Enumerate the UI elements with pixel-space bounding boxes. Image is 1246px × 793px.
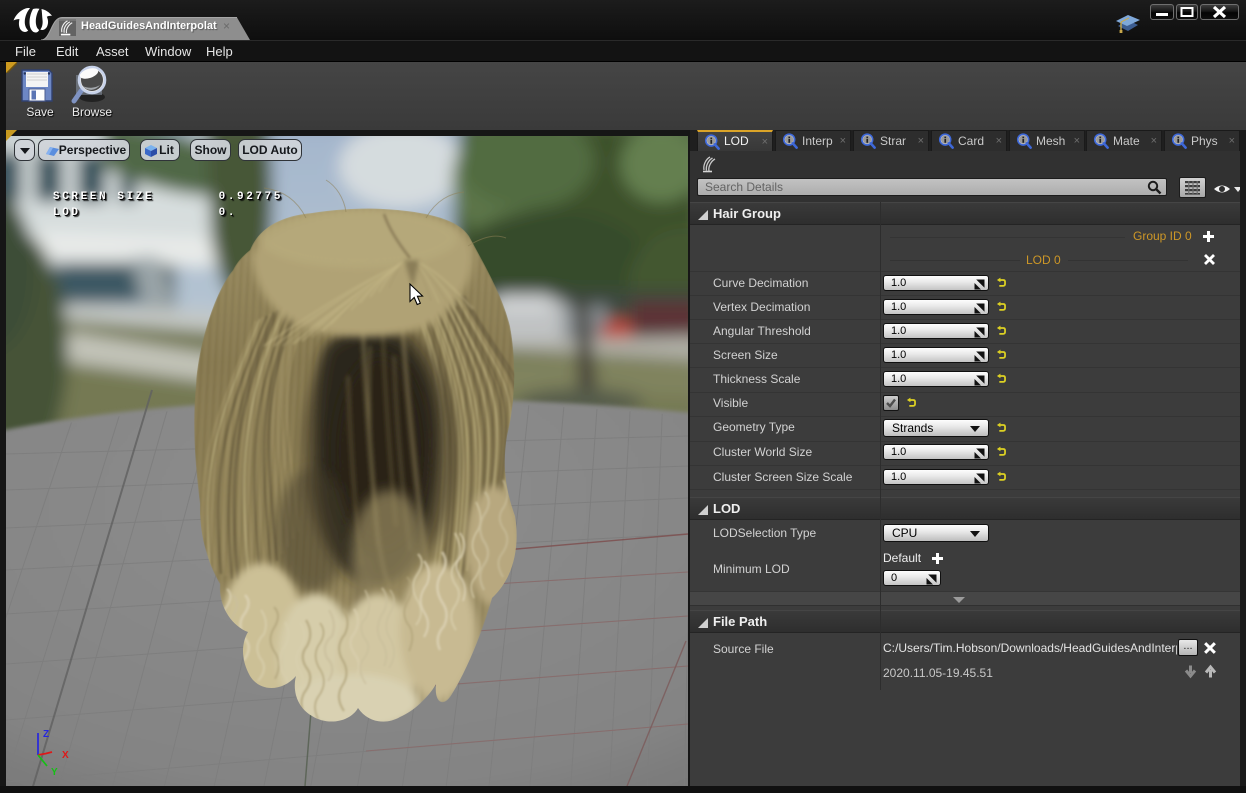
svg-text:Y: Y [51, 767, 58, 778]
svg-text:Z: Z [43, 729, 49, 740]
svg-text:X: X [62, 750, 69, 761]
